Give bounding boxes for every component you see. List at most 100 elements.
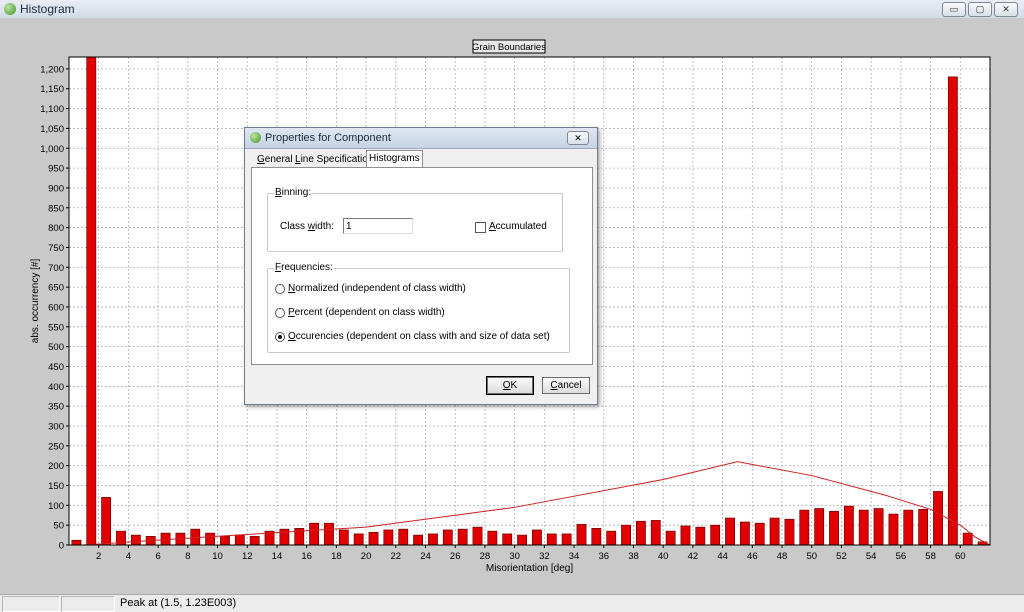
histogram-bar [457,528,468,546]
histogram-bar [918,508,929,546]
x-tick-label: 40 [658,551,669,562]
binning-group-label: Binning: [274,187,313,198]
histogram-bar [398,528,409,546]
histogram-bar [606,530,617,546]
histogram-bar [650,520,661,546]
app-icon [4,3,16,15]
y-tick-label: 1,200 [40,64,64,75]
dialog-close-button[interactable]: ✕ [567,131,589,145]
x-tick-label: 10 [212,551,223,562]
chart-title: Grain Boundaries [472,42,546,53]
histogram-bar [234,534,245,546]
y-tick-label: 850 [48,203,64,214]
histogram-bar [517,534,527,546]
histogram-bar [873,508,884,546]
y-tick-label: 0 [59,541,64,552]
histogram-bar [829,510,839,546]
y-tick-label: 800 [48,223,64,234]
histogram-bar [710,524,721,546]
y-tick-label: 150 [48,481,64,492]
x-axis-label: Misorientation [deg] [486,563,573,574]
x-tick-label: 38 [628,551,639,562]
histogram-bar [561,533,572,546]
y-tick-label: 350 [48,402,64,413]
dialog-app-icon [250,132,261,143]
occurrencies-label: Occurencies (dependent on class with and… [288,331,550,342]
x-tick-label: 6 [155,551,160,562]
x-tick-label: 36 [598,551,609,562]
maximize-button[interactable]: ▢ [968,2,992,17]
x-tick-label: 42 [688,551,699,562]
y-tick-label: 900 [48,183,64,194]
histogram-bar [249,535,260,546]
accumulated-checkbox[interactable] [475,222,486,233]
histogram-bar [621,524,631,546]
frequencies-group: Frequencies: Normalized (independent of … [267,262,570,353]
class-width-input[interactable] [343,218,413,234]
properties-dialog: Properties for Component ✕ General Line … [244,127,598,405]
y-tick-label: 300 [48,421,64,432]
occurrencies-radio[interactable] [275,332,285,342]
x-tick-label: 28 [480,551,491,562]
histogram-bar [769,517,780,546]
histogram-bar [695,526,706,546]
percent-radio[interactable] [275,308,285,318]
window-title: Histogram [20,2,75,16]
dialog-title: Properties for Component [265,132,391,144]
y-tick-label: 1,150 [40,84,64,95]
y-tick-label: 950 [48,164,64,175]
x-tick-label: 48 [777,551,788,562]
histogram-bar [665,530,676,546]
x-tick-label: 16 [301,551,312,562]
histogram-bar [591,528,602,546]
binning-group: Binning: Class width: Accumulated [267,187,563,252]
y-tick-label: 1,050 [40,124,64,135]
tab-general[interactable]: General [255,152,295,168]
normalized-label: Normalized (independent of class width) [288,283,466,294]
x-tick-label: 18 [331,551,342,562]
minimize-button[interactable]: ▭ [942,2,966,17]
histogram-bar [903,509,914,546]
histogram-bar [368,532,379,546]
x-tick-label: 50 [806,551,817,562]
histogram-bar [502,533,513,546]
close-button[interactable]: ✕ [994,2,1018,17]
histogram-bar [324,522,334,546]
x-tick-label: 8 [185,551,190,562]
window-titlebar: Histogram ▭ ▢ ✕ [0,0,1024,19]
histogram-bar [784,518,795,546]
histogram-bar [309,522,320,546]
normalized-radio[interactable] [275,284,285,294]
tab-histograms[interactable]: Histograms [366,150,423,168]
y-tick-label: 600 [48,302,64,313]
histogram-bar [888,513,899,546]
histogram-bar [814,508,825,546]
y-axis-label: abs. occurrency [#] [30,259,41,344]
histogram-bar [487,530,498,546]
x-tick-label: 46 [747,551,758,562]
status-cell-1 [2,596,60,612]
x-tick-label: 44 [717,551,728,562]
histograms-tab-page: Binning: Class width: Accumulated Freque… [251,167,593,365]
y-tick-label: 1,100 [40,104,64,115]
y-tick-label: 750 [48,243,64,254]
x-tick-label: 22 [391,551,402,562]
histogram-bar [353,533,364,546]
histogram-bar [428,533,438,546]
tab-line-specification[interactable]: Line Specification [293,152,375,168]
x-tick-label: 34 [569,551,580,562]
y-tick-label: 650 [48,283,64,294]
status-bar: Peak at (1.5, 1.23E003) [0,594,1024,612]
y-tick-label: 550 [48,322,64,333]
class-width-label: Class width: [280,221,334,232]
x-tick-label: 58 [925,551,936,562]
dialog-titlebar: Properties for Component ✕ [245,128,597,149]
histogram-bar [933,491,943,546]
ok-button[interactable]: OK [486,376,534,395]
x-tick-label: 12 [242,551,253,562]
cancel-button[interactable]: Cancel [542,377,590,394]
x-tick-label: 24 [420,551,431,562]
y-tick-label: 50 [53,521,64,532]
histogram-bar [546,533,557,546]
x-tick-label: 2 [96,551,101,562]
